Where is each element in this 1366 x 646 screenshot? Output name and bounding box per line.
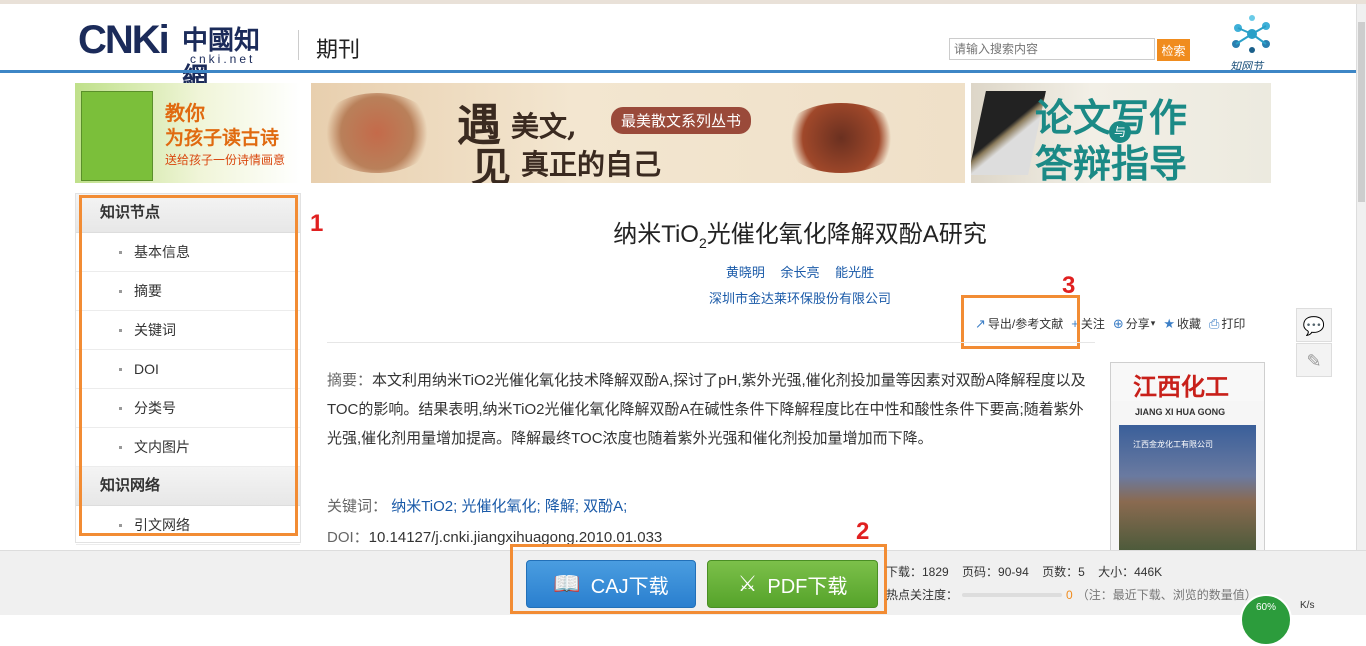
attention-label: 热点关注度： [886, 588, 959, 602]
flower-image [317, 93, 437, 173]
sidebar-item-figures[interactable]: 文内图片 [76, 428, 300, 467]
share-icon: ⊕ [1112, 315, 1124, 331]
cnki-logo[interactable]: CNKi 中國知網 cnki.net [78, 18, 283, 93]
export-reference-button[interactable]: ↗ 导出/参考文献 [975, 315, 1063, 332]
attention-bar: 热点关注度： 0 （注：最近下载、浏览的数量值） [886, 586, 1257, 603]
download-stats: 下载：1829 页码：90-94 页数：5 大小：446K [886, 563, 1172, 580]
abstract-label: 摘要： [327, 372, 373, 389]
ad1-line1: 教你 [165, 101, 205, 125]
header-separator [298, 30, 299, 60]
ad1-line3: 送给孩子一份诗情画意 [165, 153, 286, 167]
print-button[interactable]: ⎙ 打印 [1209, 315, 1245, 332]
search-input[interactable] [949, 38, 1155, 60]
teacup-image [781, 103, 901, 173]
keyword-link[interactable]: 光催化氧化; [461, 498, 540, 515]
author-link[interactable]: 能光胜 [835, 265, 874, 280]
ad-banner-essays[interactable]: 遇 美文, 最美散文系列丛书 见 真正的自己 [311, 83, 965, 183]
journal-cover[interactable]: 江西化工 JIANG XI HUA GONG 江西金龙化工有限公司 [1110, 362, 1265, 554]
printer-icon: ⎙ [1208, 315, 1220, 331]
keyword-link[interactable]: 降解; [545, 498, 579, 515]
ad1-line2: 为孩子读古诗 [165, 127, 280, 149]
file-size: 大小：446K [1098, 565, 1163, 579]
pdf-icon: ⚔ [737, 571, 758, 596]
follow-button[interactable]: + 关注 [1071, 315, 1105, 332]
book-icon: 📖 [553, 571, 581, 596]
annotation-number-1: 1 [310, 210, 324, 237]
doi-label: DOI： [327, 529, 369, 546]
book-cover-image [81, 91, 153, 181]
pencil-icon[interactable]: ✎ [1296, 343, 1332, 377]
scrollbar-thumb[interactable] [1358, 22, 1365, 202]
attention-value: 0 [1066, 587, 1073, 602]
sidebar-item-keywords[interactable]: 关键词 [76, 311, 300, 350]
abstract-text: 本文利用纳米TiO2光催化氧化技术降解双酚A,探讨了pH,紫外光强,催化剂投加量… [327, 372, 1086, 447]
keyword-link[interactable]: 双酚A; [583, 498, 627, 515]
attention-meter [962, 592, 1063, 597]
sidebar-item-citation-network[interactable]: 引文网络 [76, 506, 300, 545]
article-authors: 黄晓明 余长亮 能光胜 [540, 262, 1060, 281]
logo-domain: cnki.net [190, 52, 256, 66]
caj-download-button[interactable]: 📖 CAJ下载 [526, 560, 696, 608]
keyword-link[interactable]: 纳米TiO2; [391, 498, 457, 515]
cover-title: 江西化工 [1133, 372, 1229, 401]
sidebar-item-abstract[interactable]: 摘要 [76, 272, 300, 311]
annotation-number-2: 2 [856, 518, 870, 545]
page-range: 页码：90-94 [962, 565, 1029, 579]
header: CNKi 中國知網 cnki.net 期刊 检索 知网节 [0, 4, 1356, 93]
ad3-line2: 答辩指导 [1035, 142, 1188, 183]
ad2-small1: 美文, [511, 110, 577, 143]
comment-icon[interactable]: 💬 [1296, 308, 1332, 342]
star-icon: ★ [1163, 315, 1175, 331]
cover-pinyin: JIANG XI HUA GONG [1135, 407, 1226, 417]
export-icon: ↗ [975, 315, 986, 331]
article-organization[interactable]: 深圳市金达莱环保股份有限公司 [540, 288, 1060, 307]
speed-readout: K/s [1300, 600, 1315, 611]
pdf-download-button[interactable]: ⚔ PDF下载 [707, 560, 878, 608]
doi: DOI：10.14127/j.cnki.jiangxihuagong.2010.… [327, 526, 662, 547]
cover-company: 江西金龙化工有限公司 [1133, 440, 1213, 449]
doi-value: 10.14127/j.cnki.jiangxihuagong.2010.01.0… [368, 529, 663, 546]
annotation-number-3: 3 [1062, 272, 1076, 299]
sidebar-item-doi[interactable]: DOI [76, 350, 300, 389]
ad2-small2: 真正的自己 [521, 148, 662, 181]
ad-banner-poetry[interactable]: 教你 为孩子读古诗 送给孩子一份诗情画意 [75, 83, 301, 183]
search-button[interactable]: 检索 [1157, 39, 1190, 61]
keywords-label: 关键词： [327, 498, 388, 515]
article-title: 纳米TiO2光催化氧化降解双酚A研究 [613, 221, 987, 251]
keywords: 关键词： 纳米TiO2; 光催化氧化; 降解; 双酚A; [327, 495, 627, 516]
plus-icon: + [1071, 316, 1079, 331]
header-underline [0, 70, 1356, 73]
abstract: 摘要：本文利用纳米TiO2光催化氧化技术降解双酚A,探讨了pH,紫外光强,催化剂… [327, 366, 1087, 453]
sidebar-section-knowledge-network[interactable]: 知识网络 [76, 467, 300, 506]
author-link[interactable]: 黄晓明 [726, 265, 765, 280]
attention-note: （注：最近下载、浏览的数量值） [1076, 588, 1257, 602]
ad-banner-thesis[interactable]: 论文写作 与 答辩指导 [971, 83, 1271, 183]
sidebar-section-knowledge-nodes[interactable]: 知识节点 [76, 194, 300, 233]
article-toolbar: ↗ 导出/参考文献 + 关注 ⊕ 分享 ▾ ★ 收藏 ⎙ 打印 [975, 315, 1253, 332]
progress-badge: 60% [1240, 594, 1292, 646]
favorite-button[interactable]: ★ 收藏 [1163, 315, 1201, 332]
page-count: 页数：5 [1042, 565, 1085, 579]
ad2-big2: 见 [471, 144, 511, 183]
sidebar-item-classification[interactable]: 分类号 [76, 389, 300, 428]
download-count: 下载：1829 [886, 565, 949, 579]
logo-main: CNKi [78, 18, 170, 62]
content-divider [327, 342, 1095, 343]
channel-title[interactable]: 期刊 [316, 32, 360, 64]
chevron-down-icon: ▾ [1150, 318, 1156, 328]
knowledge-sidebar: 知识节点 基本信息 摘要 关键词 DOI 分类号 文内图片 知识网络 引文网络 [75, 193, 301, 545]
author-link[interactable]: 余长亮 [780, 265, 819, 280]
sidebar-item-basic-info[interactable]: 基本信息 [76, 233, 300, 272]
share-button[interactable]: ⊕ 分享 ▾ [1113, 315, 1155, 332]
ad2-pill: 最美散文系列丛书 [611, 107, 752, 134]
